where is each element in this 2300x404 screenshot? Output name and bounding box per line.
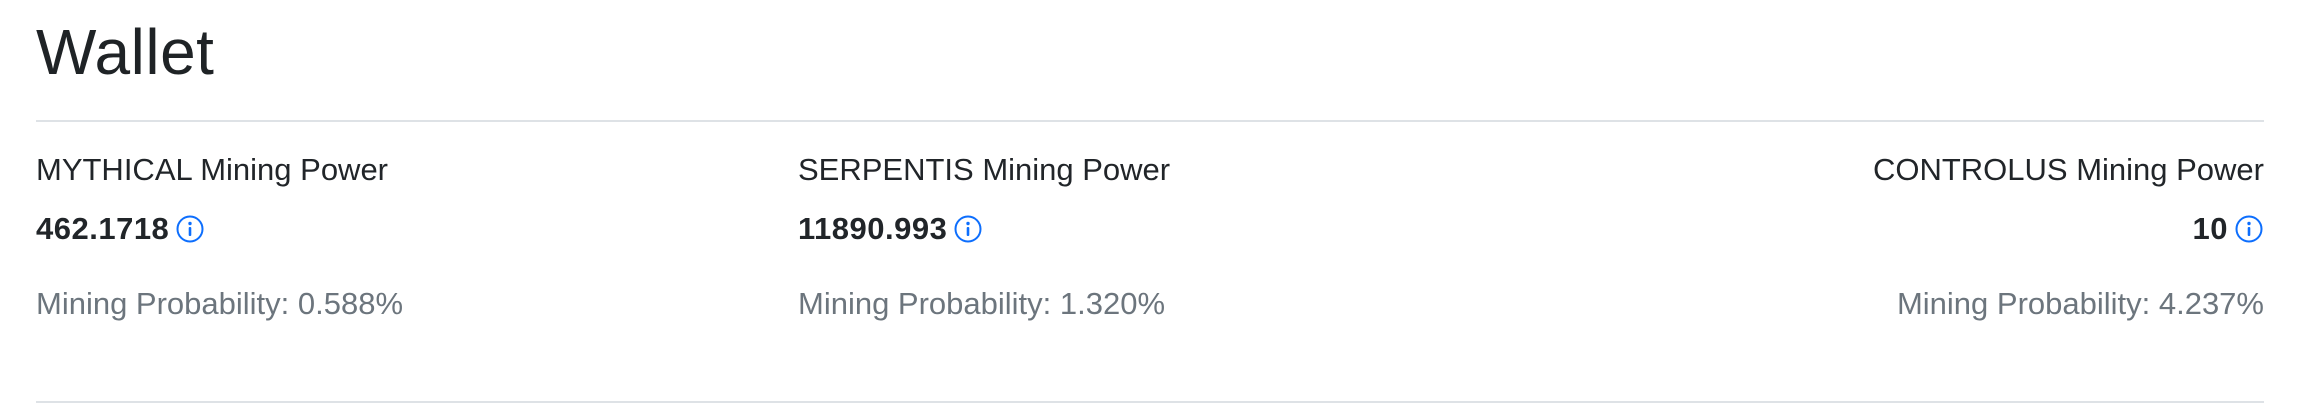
- stat-value-row: 10: [1564, 207, 2264, 249]
- info-circle-icon[interactable]: [953, 214, 983, 244]
- mining-probability: Mining Probability: 0.588%: [36, 285, 404, 321]
- footer-divider: [36, 401, 2264, 403]
- stat-label: SERPENTIS Mining Power: [798, 152, 1171, 187]
- stat-label: CONTROLUS Mining Power: [1872, 152, 2264, 187]
- page-title: Wallet: [36, 16, 215, 88]
- stat-mythical: MYTHICAL Mining Power 462.1718 Mining Pr…: [36, 150, 736, 324]
- header-divider: [36, 120, 2264, 122]
- stat-value-row: 11890.993: [798, 207, 1498, 249]
- stat-value-row: 462.1718: [36, 207, 736, 249]
- info-circle-icon[interactable]: [175, 214, 205, 244]
- mining-probability: Mining Probability: 4.237%: [1896, 285, 2264, 321]
- stat-controlus: CONTROLUS Mining Power 10 Mining Probabi…: [1564, 150, 2264, 324]
- mining-stats: MYTHICAL Mining Power 462.1718 Mining Pr…: [36, 150, 2264, 350]
- stat-label: MYTHICAL Mining Power: [36, 152, 389, 187]
- stat-serpentis: SERPENTIS Mining Power 11890.993 Mining …: [798, 150, 1498, 324]
- stat-value: 462.1718: [36, 210, 170, 246]
- stat-value: 10: [2192, 210, 2228, 246]
- stat-value: 11890.993: [798, 210, 948, 246]
- wallet-page: Wallet MYTHICAL Mining Power 462.1718 Mi…: [0, 0, 2300, 404]
- info-circle-icon[interactable]: [2234, 214, 2264, 244]
- mining-probability: Mining Probability: 1.320%: [798, 285, 1166, 321]
